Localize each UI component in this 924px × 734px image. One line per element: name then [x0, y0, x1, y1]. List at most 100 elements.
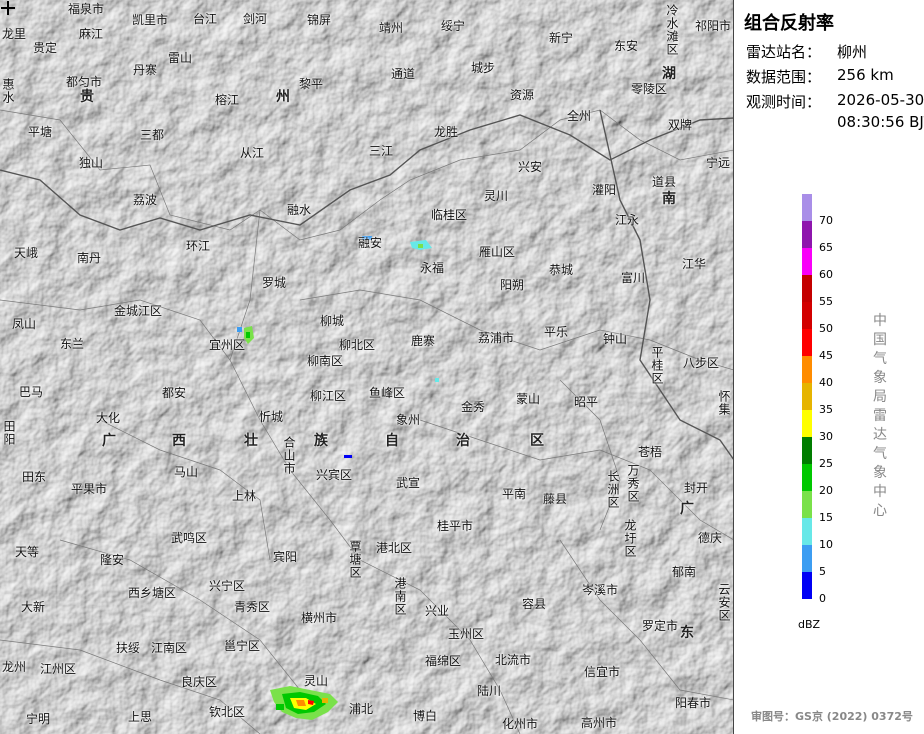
place-label: 环江	[186, 239, 211, 253]
place-label: 雷山	[168, 51, 193, 65]
place-label: 武鸣区	[171, 531, 208, 545]
place-label: 绥宁	[441, 19, 466, 33]
place-label: 灌阳	[592, 183, 617, 197]
legend-tick-label: 60	[819, 268, 833, 281]
place-label: 兴宾区	[316, 468, 353, 482]
place-label: 江永	[615, 213, 640, 227]
place-label: 鱼峰区	[369, 386, 406, 400]
region-label: 族	[314, 433, 328, 449]
range-value: 256 km	[837, 66, 894, 84]
place-label: 阳春市	[675, 696, 712, 710]
place-label: 锦屏	[307, 13, 332, 27]
legend-tick-label: 10	[819, 538, 833, 551]
place-label: 巴马	[19, 385, 44, 399]
place-label: 荔浦市	[478, 331, 515, 345]
place-label: 宜州区	[209, 338, 246, 352]
radar-map[interactable]: 福泉市 凯里市 台江 剑河 锦屏 靖州 绥宁 新宁 东安 祁阳市 龙里 贵定 麻江 丹寨 雷山 黎平 通道 城步资…	[0, 0, 734, 734]
legend-swatch	[802, 464, 812, 491]
legend-tick-label: 40	[819, 376, 833, 389]
place-label: 麻江	[79, 27, 104, 41]
place-label: 港南区	[393, 577, 407, 616]
legend-swatch	[802, 572, 812, 599]
place-label: 凯里市	[132, 13, 169, 27]
place-label: 榕江	[215, 93, 240, 107]
place-label: 北流市	[495, 653, 532, 667]
legend-tick-label: 45	[819, 349, 833, 362]
place-label: 平南	[502, 487, 527, 501]
place-label: 覃塘区	[348, 540, 362, 579]
place-label: 兴安	[518, 160, 543, 174]
place-label: 浦北	[349, 702, 374, 716]
place-label: 天峨	[14, 246, 39, 260]
terrain-basemap	[0, 0, 733, 734]
place-label: 长洲区	[606, 470, 620, 509]
legend-swatch	[802, 383, 812, 410]
place-label: 博白	[413, 709, 438, 723]
legend-swatch	[802, 248, 812, 275]
info-panel: 组合反射率 雷达站名： 柳州 数据范围： 256 km 观测时间： 2026-0…	[734, 0, 924, 734]
place-label: 陆川	[477, 684, 502, 698]
place-label: 惠水	[1, 78, 15, 104]
place-label: 灵川	[484, 189, 509, 203]
legend-swatch	[802, 437, 812, 464]
station-row: 雷达站名： 柳州	[746, 41, 867, 62]
place-label: 八步区	[683, 356, 720, 370]
region-label: 区	[530, 433, 544, 449]
place-label: 永福	[420, 261, 445, 275]
legend-tick-label: 5	[819, 565, 826, 578]
place-label: 隆安	[100, 553, 125, 567]
place-label: 大化	[96, 411, 121, 425]
place-label: 剑河	[243, 12, 268, 26]
legend-tick-label: 70	[819, 214, 833, 227]
time-date: 2026-05-30	[837, 91, 924, 109]
place-label: 兴业	[425, 604, 450, 618]
place-label: 冷水滩区	[665, 4, 679, 56]
place-label: 平乐	[544, 325, 569, 339]
legend-swatch	[802, 329, 812, 356]
place-label: 双牌	[668, 118, 693, 132]
place-label: 融水	[287, 203, 312, 217]
legend-tick-label: 55	[819, 295, 833, 308]
place-label: 柳城	[320, 314, 345, 328]
place-label: 象州	[396, 413, 421, 427]
region-label: 广	[680, 501, 694, 517]
region-label: 治	[456, 433, 470, 449]
place-label: 平桂区	[650, 346, 664, 385]
place-label: 从江	[240, 146, 265, 160]
region-label: 壮	[244, 433, 258, 449]
place-label: 岑溪市	[582, 583, 619, 597]
place-label: 福泉市	[68, 2, 105, 16]
place-label: 怀集	[717, 390, 731, 416]
place-label: 三都	[140, 128, 165, 142]
station-value: 柳州	[837, 43, 868, 61]
place-label: 恭城	[549, 263, 574, 277]
place-label: 柳南区	[307, 354, 344, 368]
place-label: 合山市	[282, 436, 296, 475]
legend-tick-label: 25	[819, 457, 833, 470]
product-title: 组合反射率	[744, 13, 834, 34]
place-label: 西乡塘区	[128, 586, 177, 600]
place-label: 柳江区	[310, 389, 347, 403]
place-label: 扶绥	[116, 641, 141, 655]
place-label: 资源	[510, 88, 535, 102]
place-label: 灵山	[304, 674, 329, 688]
region-label: 西	[172, 433, 186, 449]
place-label: 都匀市	[66, 75, 103, 89]
time-label: 观测时间：	[746, 93, 822, 111]
place-label: 昭平	[574, 395, 599, 409]
legend-tick-label: 50	[819, 322, 833, 335]
legend-tick-label: 15	[819, 511, 833, 524]
place-label: 零陵区	[631, 82, 668, 96]
place-label: 龙胜	[434, 125, 459, 139]
region-label: 南	[662, 191, 676, 207]
place-label: 金秀	[461, 400, 486, 414]
legend-tick-label: 65	[819, 241, 833, 254]
place-label: 邕宁区	[224, 639, 261, 653]
place-label: 平果市	[71, 482, 108, 496]
time-row: 观测时间： 2026-05-30	[746, 91, 924, 112]
place-label: 福绵区	[425, 654, 462, 668]
place-label: 郁南	[672, 565, 697, 579]
place-label: 桂平市	[437, 519, 474, 533]
range-row: 数据范围： 256 km	[746, 66, 894, 87]
legend-swatch	[802, 275, 812, 302]
